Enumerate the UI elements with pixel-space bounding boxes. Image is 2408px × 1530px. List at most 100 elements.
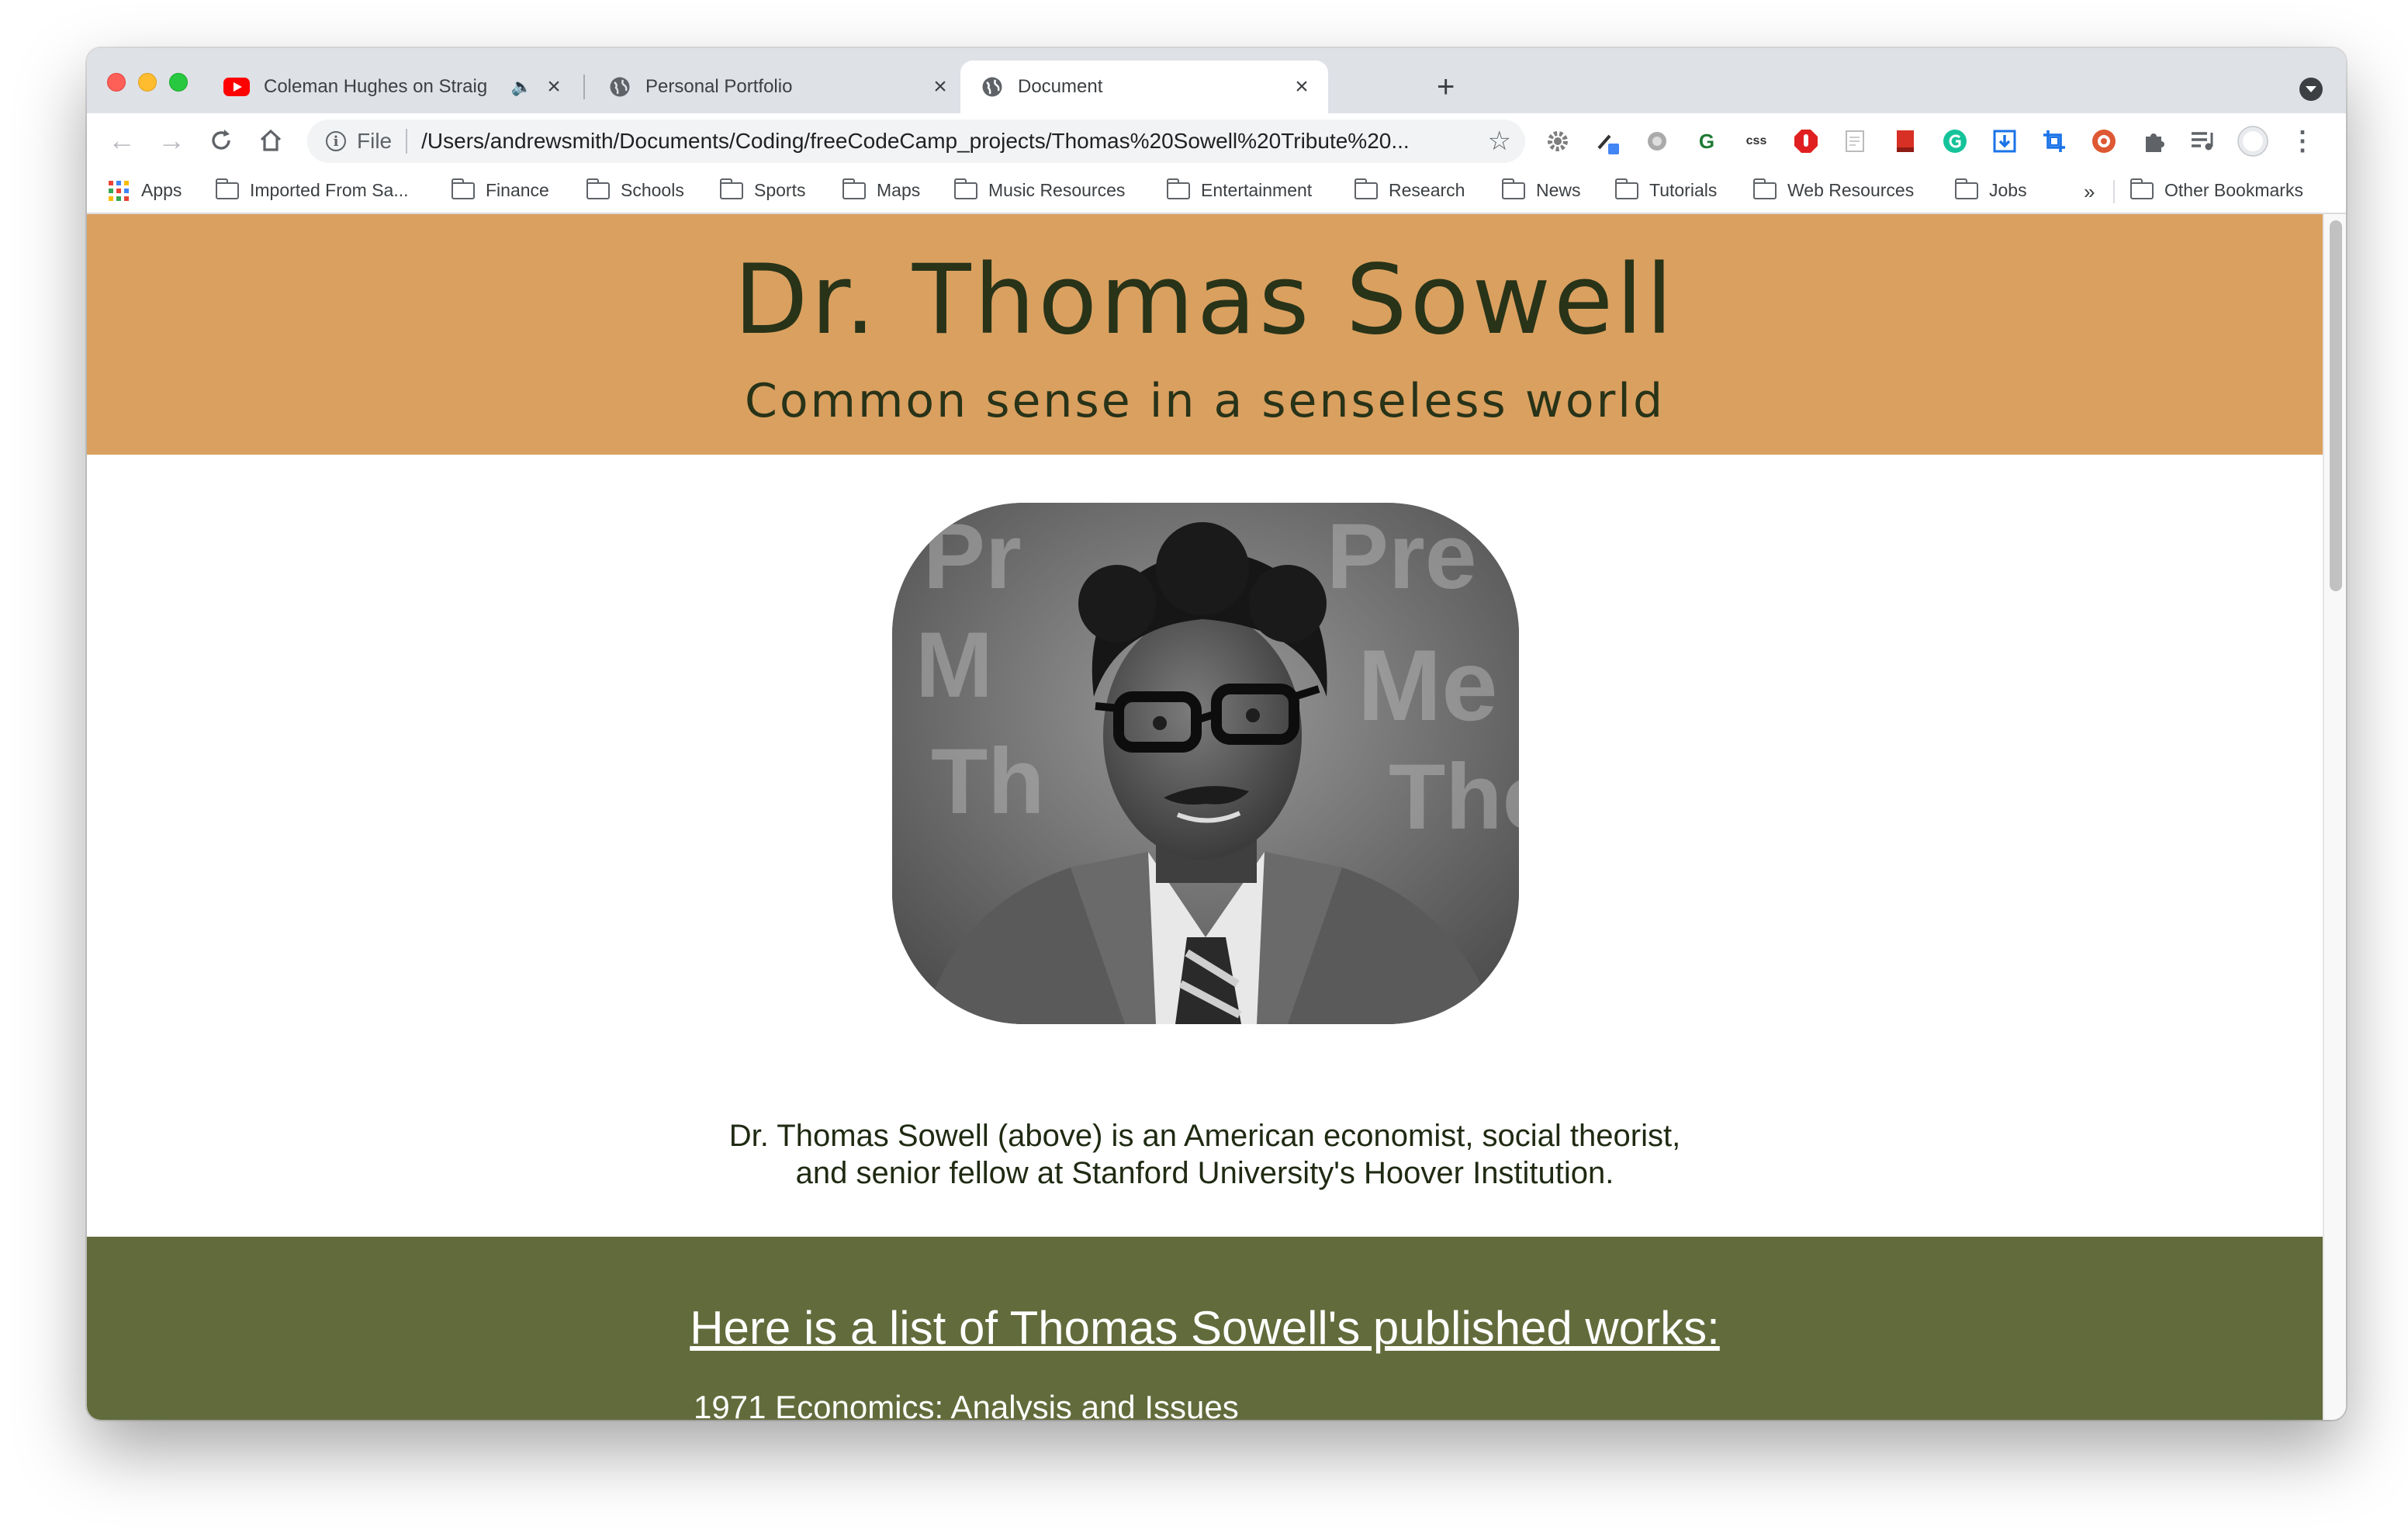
- globe-extension-icon[interactable]: [1642, 126, 1673, 157]
- bookmark-label: Schools: [621, 180, 684, 200]
- bookmark-label: Web Resources: [1787, 180, 1915, 200]
- bookmark-folder-sports[interactable]: Sports: [719, 178, 806, 201]
- folder-icon: [1752, 178, 1777, 199]
- new-tab-button[interactable]: +: [1437, 71, 1455, 102]
- bookmark-folder-web-resources[interactable]: Web Resources: [1752, 178, 1915, 201]
- bookmark-label: Other Bookmarks: [2164, 180, 2303, 200]
- folder-icon: [719, 178, 743, 199]
- tab-title: Coleman Hughes on Straig: [264, 76, 488, 97]
- svg-text:Th: Th: [931, 729, 1045, 833]
- folder-icon: [1354, 178, 1378, 199]
- back-button[interactable]: ←: [102, 121, 141, 160]
- bookmark-label: Research: [1389, 180, 1465, 200]
- folder-icon: [1954, 178, 1978, 199]
- site-info-icon[interactable]: i: [326, 131, 346, 151]
- svg-text:The: The: [1389, 745, 1519, 849]
- folder-icon: [451, 178, 475, 199]
- globe-icon: [610, 77, 630, 97]
- forward-button[interactable]: →: [152, 121, 191, 160]
- profile-icon[interactable]: [2237, 126, 2268, 157]
- url-scheme: File: [357, 129, 393, 153]
- bookmark-folder-entertainment[interactable]: Entertainment: [1166, 178, 1313, 201]
- address-bar[interactable]: i File /Users/andrewsmith/Documents/Codi…: [307, 119, 1525, 163]
- site-header: Dr. Thomas Sowell Common sense in a sens…: [87, 214, 2323, 455]
- bookmark-folder-imported[interactable]: Imported From Sa...: [215, 178, 409, 201]
- svg-text:M: M: [915, 613, 993, 717]
- reload-icon: [212, 130, 230, 150]
- works-section: Here is a list of Thomas Sowell's publis…: [87, 1237, 2323, 1420]
- bookmark-label: Entertainment: [1201, 180, 1313, 200]
- bookmark-label: Sports: [754, 180, 806, 200]
- works-list-item: 1971 Economics: Analysis and Issues: [694, 1389, 1239, 1420]
- svg-text:Pre: Pre: [1327, 504, 1476, 608]
- bookmarks-overflow-button[interactable]: »: [2084, 180, 2095, 204]
- folder-icon: [953, 178, 977, 199]
- tab-personal-portfolio[interactable]: Personal Portfolio ×: [588, 61, 967, 113]
- bookmark-folder-research[interactable]: Research: [1354, 178, 1465, 201]
- bookmark-apps[interactable]: Apps: [109, 180, 182, 201]
- tab-close-icon[interactable]: ×: [1286, 74, 1317, 100]
- home-icon: [260, 129, 282, 151]
- caption-line-2: and senior fellow at Stanford University…: [795, 1156, 1614, 1190]
- adblock-icon[interactable]: [1790, 126, 1822, 157]
- bookmark-folder-finance[interactable]: Finance: [451, 178, 549, 201]
- youtube-icon: [223, 78, 250, 96]
- media-icon[interactable]: [2188, 126, 2219, 157]
- bookmark-folder-schools[interactable]: Schools: [586, 178, 684, 201]
- caption-line-1: Dr. Thomas Sowell (above) is an American…: [728, 1119, 1681, 1153]
- bookmark-folder-music-resources[interactable]: Music Resources: [953, 178, 1125, 201]
- bookmark-star-icon[interactable]: ☆: [1488, 126, 1511, 157]
- close-window-button[interactable]: [107, 73, 126, 92]
- red-book-icon[interactable]: [1890, 126, 1921, 157]
- minimize-window-button[interactable]: [138, 73, 157, 92]
- tab-strip: Coleman Hughes on Straig 🔈 × Personal Po…: [87, 48, 2346, 113]
- bookmark-label: Finance: [486, 180, 549, 200]
- download-icon[interactable]: [1989, 126, 2020, 157]
- works-heading-link[interactable]: Here is a list of Thomas Sowell's publis…: [87, 1237, 2323, 1358]
- bookmark-folder-maps[interactable]: Maps: [842, 178, 921, 201]
- g-extension-icon[interactable]: G: [1691, 126, 1722, 157]
- bookmark-label: News: [1536, 180, 1581, 200]
- css-extension-icon[interactable]: css: [1741, 126, 1772, 157]
- tab-search-icon[interactable]: [2299, 78, 2323, 101]
- home-button[interactable]: [251, 121, 290, 160]
- tab-youtube[interactable]: Coleman Hughes on Straig 🔈 ×: [203, 61, 580, 113]
- more-menu-icon[interactable]: ⋮: [2287, 126, 2318, 157]
- gear-extension-icon[interactable]: [1542, 126, 1573, 157]
- bookmark-folder-jobs[interactable]: Jobs: [1954, 178, 2027, 201]
- scrollbar-thumb[interactable]: [2330, 220, 2342, 591]
- maximize-window-button[interactable]: [169, 73, 188, 92]
- svg-text:Pr: Pr: [923, 504, 1022, 608]
- bookmark-folder-other[interactable]: Other Bookmarks: [2129, 178, 2303, 201]
- duckduckgo-icon[interactable]: [2088, 126, 2119, 157]
- notes-icon[interactable]: [1840, 126, 1871, 157]
- url-text[interactable]: /Users/andrewsmith/Documents/Coding/free…: [421, 129, 1473, 154]
- bookmark-folder-tutorials[interactable]: Tutorials: [1614, 178, 1717, 201]
- page-title: Dr. Thomas Sowell: [733, 244, 1676, 356]
- page-subtitle: Common sense in a senseless world: [744, 374, 1666, 428]
- folder-icon: [1614, 178, 1638, 199]
- eyedropper-extension-icon[interactable]: [1592, 126, 1623, 157]
- reload-button[interactable]: [202, 121, 240, 160]
- tab-title: Personal Portfolio: [645, 76, 793, 97]
- page-scrollbar[interactable]: [2323, 214, 2346, 1420]
- tab-title: Document: [1018, 76, 1103, 97]
- crop-icon[interactable]: [2039, 126, 2070, 157]
- tab-close-icon[interactable]: ×: [538, 74, 569, 100]
- bookmark-label: Jobs: [1989, 180, 2027, 200]
- folder-icon: [215, 178, 239, 199]
- bookmark-folder-news[interactable]: News: [1501, 178, 1581, 201]
- tab-close-icon[interactable]: ×: [925, 74, 956, 100]
- grammarly-icon[interactable]: [1939, 126, 1970, 157]
- puzzle-icon[interactable]: [2138, 126, 2169, 157]
- url-divider: [406, 129, 408, 154]
- bookmark-label: Imported From Sa...: [250, 180, 409, 200]
- speaker-icon[interactable]: 🔈: [511, 77, 532, 97]
- toolbar: ← → i File /Users/andrewsmith/Documents/…: [87, 113, 2346, 169]
- apps-grid-icon: [109, 180, 129, 201]
- tab-document[interactable]: Document ×: [960, 61, 1328, 113]
- bookmark-label: Maps: [877, 180, 921, 200]
- portrait-photo: Pr Pre M Me Th The: [892, 503, 1519, 1024]
- bio-caption: Dr. Thomas Sowell (above) is an American…: [87, 1117, 2323, 1192]
- folder-icon: [1501, 178, 1525, 199]
